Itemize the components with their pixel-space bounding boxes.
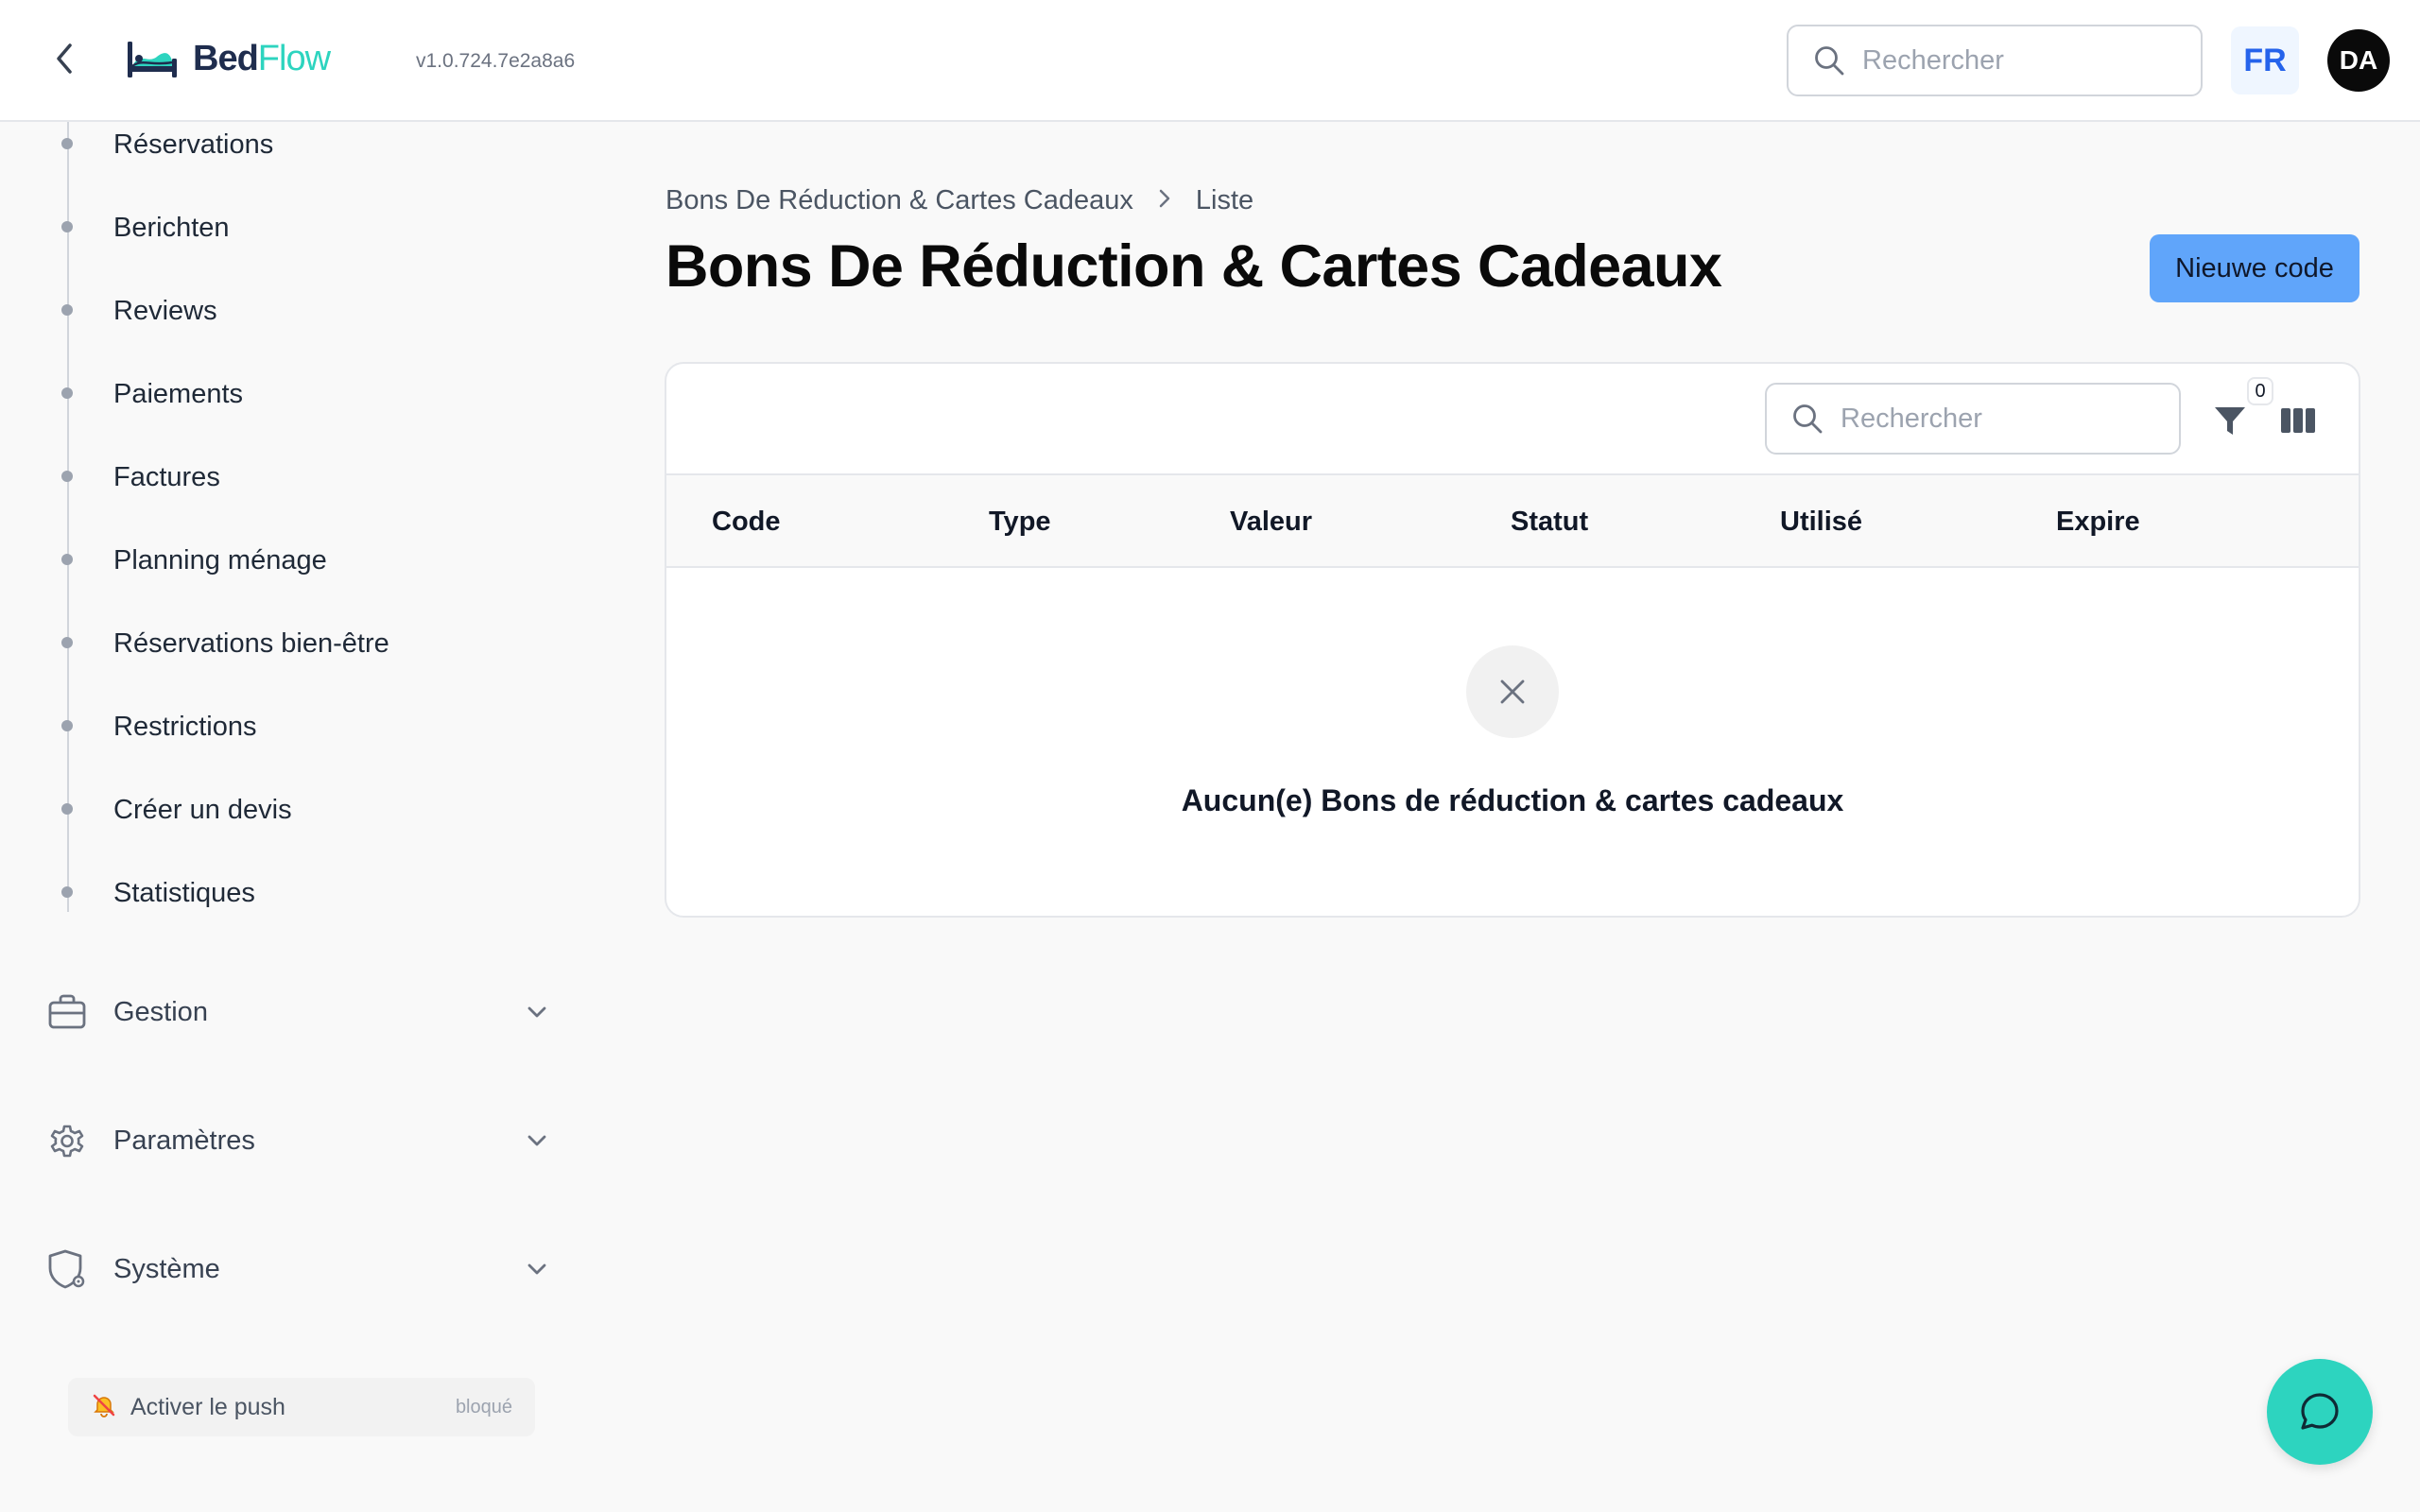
top-bar: BedFlow v1.0.724.7e2a8a6 FR DA [0, 0, 2420, 122]
tree-dot [61, 138, 73, 149]
app-version: v1.0.724.7e2a8a6 [416, 50, 576, 72]
filter-button[interactable] [2209, 400, 2251, 441]
page-title: Bons De Réduction & Cartes Cadeaux [666, 233, 1722, 300]
sidebar-item-reviews[interactable]: Reviews [113, 283, 217, 339]
sidebar-group-label: Système [113, 1253, 220, 1284]
sidebar-group-gestion[interactable]: Gestion [45, 979, 556, 1045]
push-status: bloqué [455, 1396, 512, 1418]
new-code-button[interactable]: Nieuwe code [2150, 234, 2360, 302]
sidebar-item-creer-devis[interactable]: Créer un devis [113, 782, 292, 838]
column-header-code[interactable]: Code [712, 475, 781, 568]
sidebar-item-reservations[interactable]: Réservations [113, 116, 273, 173]
tree-dot [61, 554, 73, 565]
app-logo[interactable]: BedFlow [125, 32, 331, 85]
filter-icon [2215, 407, 2245, 435]
user-avatar[interactable]: DA [2327, 29, 2390, 92]
column-header-utilise[interactable]: Utilisé [1780, 475, 1862, 568]
back-button[interactable] [43, 38, 85, 79]
submenu-tree-line [67, 122, 69, 912]
push-label: Activer le push [130, 1393, 285, 1420]
column-header-statut[interactable]: Statut [1511, 475, 1588, 568]
bed-logo-icon [128, 42, 177, 77]
table-search[interactable] [1765, 383, 2181, 455]
sidebar-item-statistiques[interactable]: Statistiques [113, 865, 255, 921]
column-header-type[interactable]: Type [989, 475, 1051, 568]
sidebar-group-label: Gestion [113, 996, 208, 1027]
logo-text: BedFlow [193, 38, 331, 79]
logo-text-flow: Flow [257, 38, 331, 78]
breadcrumb: Bons De Réduction & Cartes Cadeaux Liste [666, 180, 1253, 221]
tree-dot [61, 720, 73, 731]
sidebar-item-paiements[interactable]: Paiements [113, 366, 243, 422]
tree-dot [61, 637, 73, 648]
tree-dot [61, 471, 73, 482]
chevron-down-icon [518, 1250, 556, 1288]
chat-button[interactable] [2267, 1359, 2373, 1465]
tree-dot [61, 803, 73, 815]
sidebar-item-reservations-bien-etre[interactable]: Réservations bien-être [113, 615, 389, 672]
sidebar-item-planning-menage[interactable]: Planning ménage [113, 532, 327, 589]
chevron-left-icon [57, 43, 72, 74]
chat-bubble-icon [2301, 1393, 2339, 1430]
column-header-valeur[interactable]: Valeur [1230, 475, 1312, 568]
search-icon [1793, 404, 1823, 434]
tree-dot [61, 304, 73, 316]
shield-cog-icon [45, 1247, 89, 1291]
empty-state-message: Aucun(e) Bons de réduction & cartes cade… [1181, 783, 1844, 817]
chevron-right-icon [1158, 185, 1171, 216]
table-toolbar: 0 [666, 364, 2359, 475]
vouchers-table-card: 0 Code Type Valeur Statut Utilisé Expire… [665, 362, 2360, 918]
sidebar-item-restrictions[interactable]: Restrictions [113, 698, 257, 755]
gear-icon [45, 1119, 89, 1162]
columns-icon [2281, 408, 2315, 433]
briefcase-icon [45, 990, 89, 1034]
sidebar-item-factures[interactable]: Factures [113, 449, 220, 506]
table-search-input[interactable] [1841, 403, 2143, 435]
empty-state: Aucun(e) Bons de réduction & cartes cade… [666, 570, 2359, 916]
sidebar: Réservations Berichten Reviews Paiements… [0, 122, 586, 1512]
tree-dot [61, 886, 73, 898]
column-toggle-button[interactable] [2277, 400, 2319, 441]
sidebar-group-systeme[interactable]: Système [45, 1236, 556, 1302]
push-notification-toggle[interactable]: Activer le push bloqué [68, 1378, 535, 1436]
close-icon [1466, 645, 1559, 738]
tree-dot [61, 387, 73, 399]
sidebar-group-label: Paramètres [113, 1125, 255, 1156]
column-header-expire[interactable]: Expire [2056, 475, 2140, 568]
bell-off-icon [91, 1392, 117, 1423]
breadcrumb-item-current: Liste [1195, 184, 1254, 215]
search-icon [1815, 46, 1844, 76]
sidebar-group-parametres[interactable]: Paramètres [45, 1108, 556, 1174]
tree-dot [61, 221, 73, 232]
logo-text-bed: Bed [193, 38, 259, 78]
sidebar-item-berichten[interactable]: Berichten [113, 199, 230, 256]
global-search[interactable] [1787, 25, 2203, 96]
global-search-input[interactable] [1862, 44, 2165, 77]
chevron-down-icon [518, 993, 556, 1031]
breadcrumb-item-vouchers[interactable]: Bons De Réduction & Cartes Cadeaux [666, 185, 1133, 216]
table-header: Code Type Valeur Statut Utilisé Expire [666, 475, 2359, 568]
filter-count-badge: 0 [2247, 377, 2273, 405]
language-switcher[interactable]: FR [2231, 26, 2299, 94]
chevron-down-icon [518, 1122, 556, 1160]
